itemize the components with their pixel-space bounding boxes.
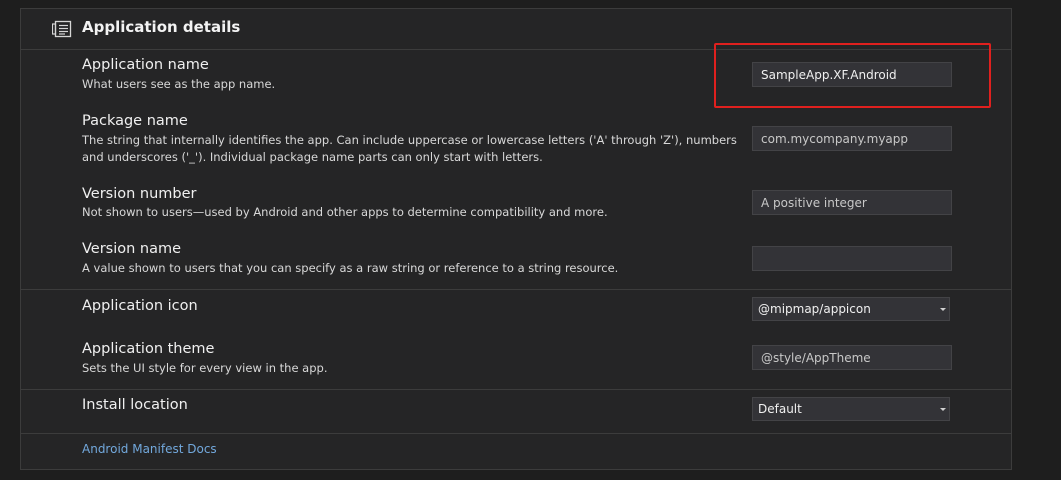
package-name-label: Package name	[82, 113, 188, 129]
install-location-select[interactable]: Default	[752, 397, 950, 421]
package-name-description: The string that internally identifies th…	[82, 133, 737, 164]
app-theme-description: Sets the UI style for every view in the …	[82, 361, 328, 375]
divider	[21, 289, 1011, 290]
app-name-description: What users see as the app name.	[82, 77, 276, 91]
application-details-panel: Application details Application name Wha…	[20, 8, 1012, 470]
app-name-input[interactable]	[752, 62, 952, 87]
chevron-down-icon	[940, 408, 946, 411]
version-number-input[interactable]	[752, 190, 952, 215]
version-name-description: A value shown to users that you can spec…	[82, 261, 619, 275]
version-name-input[interactable]	[752, 246, 952, 271]
app-name-label: Application name	[82, 57, 209, 73]
section-title: Application details	[82, 18, 241, 36]
app-icon-select-value: @mipmap/appicon	[758, 302, 871, 316]
install-location-label: Install location	[82, 397, 188, 413]
version-number-description: Not shown to users—used by Android and o…	[82, 205, 608, 219]
section-header: Application details	[21, 9, 1011, 50]
version-number-label: Version number	[82, 186, 197, 202]
divider	[21, 433, 1011, 434]
app-icon-select[interactable]: @mipmap/appicon	[752, 297, 950, 321]
version-name-label: Version name	[82, 241, 182, 257]
install-location-select-value: Default	[758, 402, 802, 416]
manifest-icon	[52, 20, 72, 38]
app-theme-input[interactable]	[752, 345, 952, 370]
android-manifest-docs-link[interactable]: Android Manifest Docs	[82, 442, 217, 456]
app-theme-label: Application theme	[82, 341, 215, 357]
chevron-down-icon	[940, 308, 946, 311]
package-name-input[interactable]	[752, 126, 952, 151]
app-icon-label: Application icon	[82, 298, 198, 314]
divider	[21, 389, 1011, 390]
